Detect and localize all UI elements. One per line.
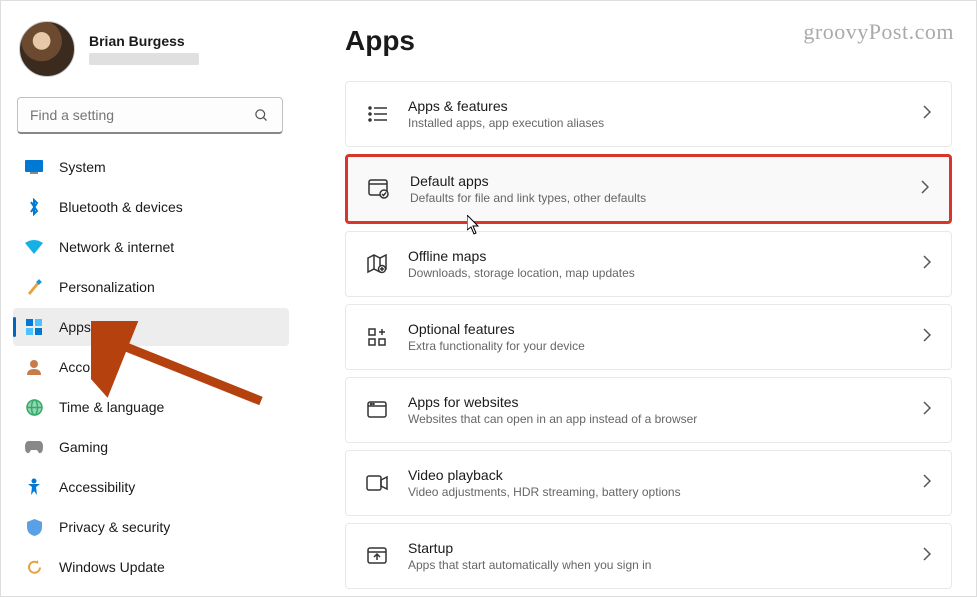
sidebar-item-system[interactable]: System xyxy=(13,148,289,186)
sidebar-item-apps[interactable]: Apps xyxy=(13,308,289,346)
chevron-right-icon xyxy=(921,180,929,199)
card-optional-features[interactable]: Optional features Extra functionality fo… xyxy=(345,304,952,370)
sidebar-item-label: Bluetooth & devices xyxy=(59,199,183,215)
card-subtitle: Defaults for file and link types, other … xyxy=(410,191,901,205)
sidebar-item-label: Network & internet xyxy=(59,239,174,255)
sidebar-item-label: Apps xyxy=(59,319,91,335)
main-content: Apps Apps & features Installed apps, app… xyxy=(297,1,976,596)
sidebar-item-network[interactable]: Network & internet xyxy=(13,228,289,266)
card-title: Optional features xyxy=(408,321,903,337)
chevron-right-icon xyxy=(923,105,931,124)
profile-section[interactable]: Brian Burgess xyxy=(13,13,289,93)
sidebar-item-time-language[interactable]: Time & language xyxy=(13,388,289,426)
search-input[interactable] xyxy=(30,107,252,123)
card-apps-features[interactable]: Apps & features Installed apps, app exec… xyxy=(345,81,952,147)
nav-list: System Bluetooth & devices Network & int… xyxy=(13,148,289,586)
sidebar-item-label: Personalization xyxy=(59,279,155,295)
globe-icon xyxy=(25,398,43,416)
sidebar-item-label: Accessibility xyxy=(59,479,135,495)
watermark: groovyPost.com xyxy=(803,19,954,45)
sidebar-item-label: System xyxy=(59,159,106,175)
card-default-apps[interactable]: Default apps Defaults for file and link … xyxy=(345,154,952,224)
card-title: Offline maps xyxy=(408,248,903,264)
search-icon xyxy=(252,106,270,124)
shield-icon xyxy=(25,518,43,536)
card-apps-websites[interactable]: Apps for websites Websites that can open… xyxy=(345,377,952,443)
system-icon xyxy=(25,158,43,176)
sidebar-item-privacy[interactable]: Privacy & security xyxy=(13,508,289,546)
sidebar-item-accessibility[interactable]: Accessibility xyxy=(13,468,289,506)
card-title: Video playback xyxy=(408,467,903,483)
card-offline-maps[interactable]: Offline maps Downloads, storage location… xyxy=(345,231,952,297)
card-title: Startup xyxy=(408,540,903,556)
sidebar-item-label: Accounts xyxy=(59,359,117,375)
grid-plus-icon xyxy=(366,326,388,348)
profile-email-redacted xyxy=(89,53,199,65)
chevron-right-icon xyxy=(923,547,931,566)
bluetooth-icon xyxy=(25,198,43,216)
chevron-right-icon xyxy=(923,474,931,493)
sidebar-item-label: Gaming xyxy=(59,439,108,455)
card-startup[interactable]: Startup Apps that start automatically wh… xyxy=(345,523,952,589)
card-title: Default apps xyxy=(410,173,901,189)
card-subtitle: Extra functionality for your device xyxy=(408,339,903,353)
card-subtitle: Websites that can open in an app instead… xyxy=(408,412,903,426)
chevron-right-icon xyxy=(923,328,931,347)
wifi-icon xyxy=(25,238,43,256)
search-input-wrapper[interactable] xyxy=(17,97,283,134)
sidebar-item-label: Windows Update xyxy=(59,559,165,575)
card-title: Apps for websites xyxy=(408,394,903,410)
card-title: Apps & features xyxy=(408,98,903,114)
window-icon xyxy=(366,399,388,421)
card-subtitle: Apps that start automatically when you s… xyxy=(408,558,903,572)
gamepad-icon xyxy=(25,438,43,456)
brush-icon xyxy=(25,278,43,296)
sidebar-item-windows-update[interactable]: Windows Update xyxy=(13,548,289,586)
accessibility-icon xyxy=(25,478,43,496)
profile-name: Brian Burgess xyxy=(89,33,199,49)
chevron-right-icon xyxy=(923,255,931,274)
chevron-right-icon xyxy=(923,401,931,420)
card-subtitle: Downloads, storage location, map updates xyxy=(408,266,903,280)
card-subtitle: Video adjustments, HDR streaming, batter… xyxy=(408,485,903,499)
sidebar-item-bluetooth[interactable]: Bluetooth & devices xyxy=(13,188,289,226)
avatar xyxy=(19,21,75,77)
sidebar-item-accounts[interactable]: Accounts xyxy=(13,348,289,386)
card-subtitle: Installed apps, app execution aliases xyxy=(408,116,903,130)
update-icon xyxy=(25,558,43,576)
person-icon xyxy=(25,358,43,376)
sidebar-item-personalization[interactable]: Personalization xyxy=(13,268,289,306)
startup-icon xyxy=(366,545,388,567)
list-icon xyxy=(366,103,388,125)
sidebar: Brian Burgess System Bluetooth & devices… xyxy=(1,1,297,596)
video-icon xyxy=(366,472,388,494)
apps-icon xyxy=(25,318,43,336)
default-apps-icon xyxy=(368,178,390,200)
sidebar-item-label: Time & language xyxy=(59,399,164,415)
sidebar-item-gaming[interactable]: Gaming xyxy=(13,428,289,466)
map-icon xyxy=(366,253,388,275)
sidebar-item-label: Privacy & security xyxy=(59,519,170,535)
card-video-playback[interactable]: Video playback Video adjustments, HDR st… xyxy=(345,450,952,516)
